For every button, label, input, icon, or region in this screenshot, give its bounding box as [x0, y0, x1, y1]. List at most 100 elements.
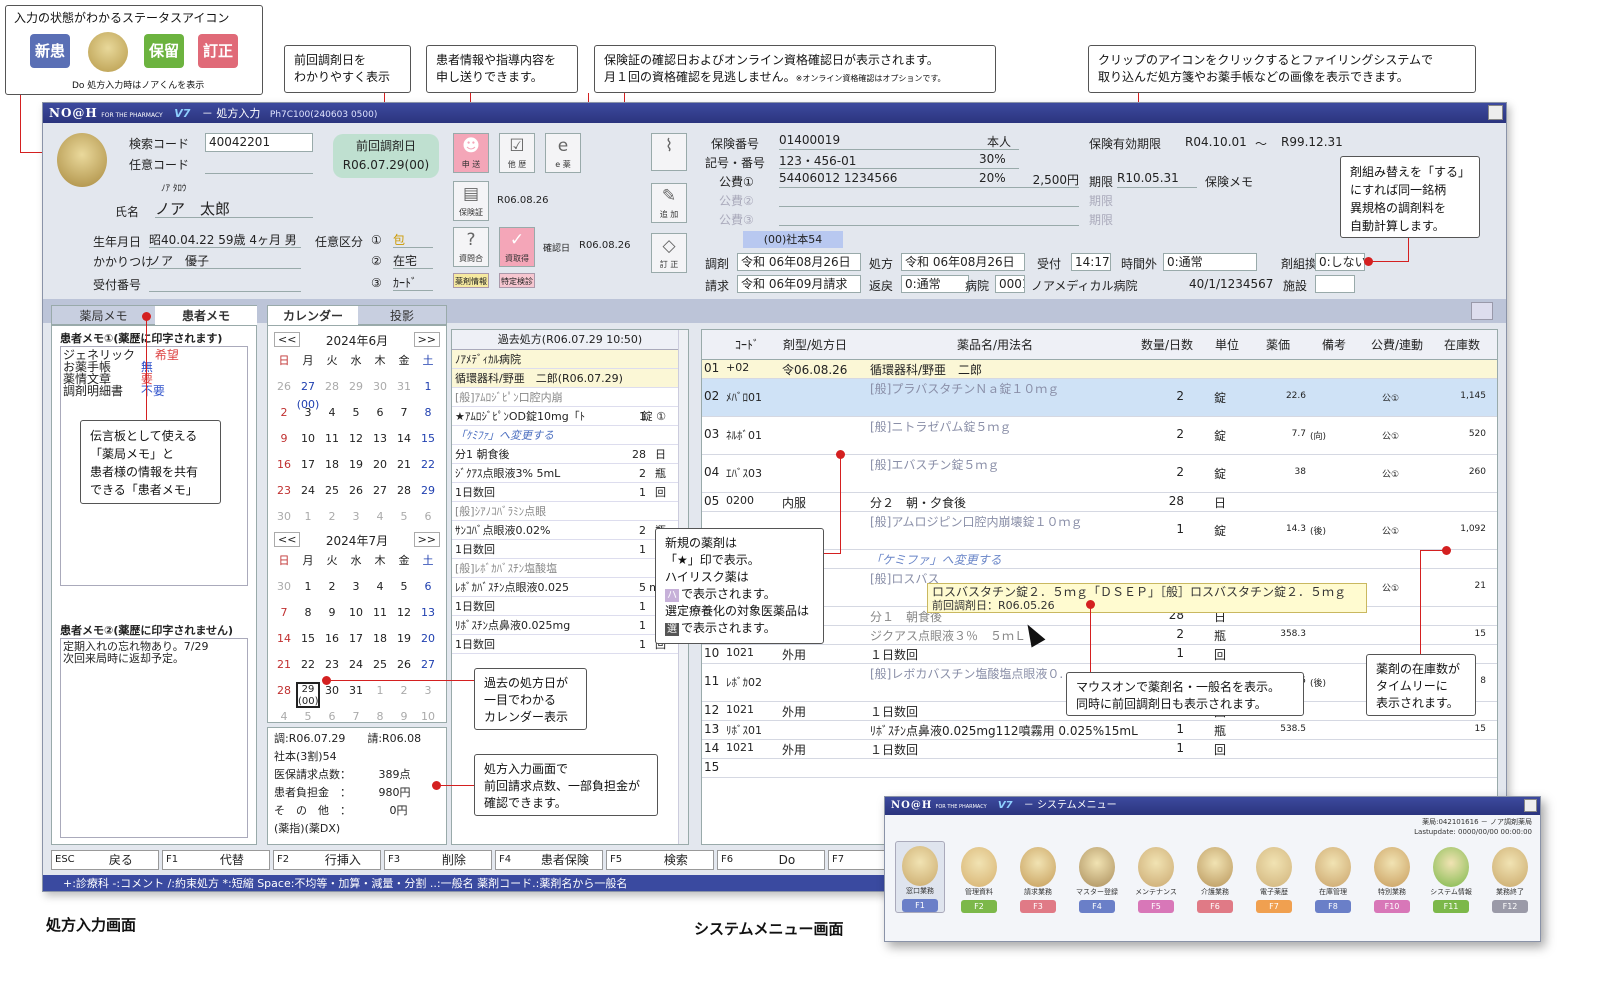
calendar-day[interactable]: 26 [392, 656, 416, 682]
fkey-f1-button[interactable]: F1 代替 [162, 850, 270, 870]
calendar-day[interactable]: 24 [296, 482, 320, 508]
calendar-day[interactable]: 23 [272, 482, 296, 508]
calendar-day[interactable]: 1 [296, 508, 320, 534]
calendar-day[interactable]: 4 [368, 508, 392, 534]
past-rx-row[interactable]: ★ｱﾑﾛｼﾞﾋﾟﾝOD錠10mg「ﾄ 1 錠 ① [452, 407, 680, 426]
calendar-day[interactable]: 6 [416, 578, 440, 604]
sysmenu-item-f11[interactable]: システム情報 F11 [1426, 847, 1476, 913]
calendar-day[interactable]: 21 [392, 456, 416, 482]
calendar-day[interactable]: 3 [344, 578, 368, 604]
past-rx-row[interactable]: [般]ｼｱﾉｺﾊﾞﾗﾐﾝ点眼 [452, 502, 680, 521]
fkey-f4-button[interactable]: F4 患者保険 [495, 850, 603, 870]
next-month-button[interactable]: >> [413, 532, 440, 547]
calendar-day[interactable]: 14 [272, 630, 296, 656]
calendar-day[interactable]: 30 [320, 682, 344, 708]
calendar-day[interactable]: 10 [344, 604, 368, 630]
calendar-day[interactable]: 21 [272, 656, 296, 682]
drug-row[interactable]: 02ﾒﾊﾞﾛ01[般]プラバスタチンＮａ錠１０ｍｇ選★メバロチン錠１０ １０ｍｇ… [702, 379, 1497, 417]
calendar-day[interactable]: 6 [416, 508, 440, 534]
window-maximize-button[interactable] [1488, 105, 1503, 120]
calendar-day[interactable]: 7 [344, 708, 368, 722]
calendar-day[interactable]: 7 [392, 404, 416, 430]
calendar-day[interactable]: 5 [392, 578, 416, 604]
past-rx-row[interactable]: 1日数回1回 [452, 597, 680, 616]
fkey-f5-button[interactable]: F5 検索 [606, 850, 714, 870]
calendar-day[interactable]: 18 [320, 456, 344, 482]
fkey-esc-button[interactable]: ESC 戻る [51, 850, 159, 870]
tab-projection[interactable]: 投影 [358, 306, 446, 326]
calendar-day[interactable]: 4 [320, 404, 344, 430]
calendar-day[interactable]: 6 [368, 404, 392, 430]
calendar-day[interactable]: 27 [368, 482, 392, 508]
calendar-day[interactable]: 20 [416, 630, 440, 656]
calendar-day[interactable]: 16 [272, 456, 296, 482]
div2-field[interactable]: 在宅 [393, 252, 433, 269]
calendar-day[interactable]: 17 [344, 630, 368, 656]
calendar-day[interactable]: 29 (00) [296, 682, 320, 708]
past-rx-row[interactable]: [般]ﾚﾎﾞｶﾊﾞｽﾁﾝ塩酸塩 [452, 559, 680, 578]
handover-button[interactable]: ☻ 申 送 [453, 133, 489, 173]
calendar-day[interactable]: 14 [392, 430, 416, 456]
calendar-day[interactable]: 10 [296, 430, 320, 456]
calendar-day[interactable]: 30 [272, 508, 296, 534]
calendar-day[interactable]: 4 [368, 578, 392, 604]
past-rx-row[interactable]: ﾉｱﾒﾃﾞｨｶﾙ病院 [452, 350, 680, 369]
insurance-card-button[interactable]: ▤ 保険証 [453, 181, 489, 221]
calendar-day[interactable]: 22 [296, 656, 320, 682]
calendar-day[interactable]: 24 [344, 656, 368, 682]
calendar-day[interactable]: 5 [392, 508, 416, 534]
calendar-day[interactable]: 25 [368, 656, 392, 682]
calendar-day[interactable]: 7 [272, 604, 296, 630]
calendar-day[interactable]: 8 [296, 604, 320, 630]
sysmenu-item-f6[interactable]: 介護業務 F6 [1190, 847, 1240, 913]
calendar-day[interactable]: 19 [344, 456, 368, 482]
past-rx-row[interactable]: 分1 朝食後 28 日 [452, 445, 680, 464]
substitution-select[interactable]: 0:しない [1315, 253, 1365, 271]
calendar-day[interactable]: 31 [344, 682, 368, 708]
calendar-day[interactable]: 8 [416, 404, 440, 430]
calendar-day[interactable]: 1 [416, 378, 440, 404]
div3-field[interactable]: ｶｰﾄﾞ [393, 274, 433, 291]
attach-icon[interactable] [1471, 302, 1493, 320]
checkup-tag[interactable]: 特定検診 [499, 273, 535, 288]
calendar-day[interactable]: 2 [320, 578, 344, 604]
rx-date-select[interactable]: 令和 06年08月26日 [901, 253, 1025, 271]
calendar-day[interactable]: 13 [416, 604, 440, 630]
calendar-day[interactable]: 17 [296, 456, 320, 482]
calendar-day[interactable]: 13 [368, 430, 392, 456]
reception-time[interactable]: 14:17 [1071, 253, 1111, 271]
calendar-day[interactable]: 3 [296, 404, 320, 430]
billing-month[interactable]: 令和 06年09月請求 [737, 275, 861, 293]
dispense-date-select[interactable]: 令和 06年08月26日 [737, 253, 861, 271]
calendar-day[interactable]: 11 [368, 604, 392, 630]
drug-row[interactable]: 13 ﾘﾎﾞｽ01 ﾘﾎﾞｽﾁﾝ点鼻液0.025mg112噴霧用 0.025%15m… [702, 721, 1497, 740]
drug-row[interactable]: 01 +02 令06.08.26 循環器科/野亜 二郎 [702, 360, 1497, 379]
drug-row[interactable]: 14 1021 外用 １日数回 1 回 [702, 740, 1497, 759]
calendar-day[interactable]: 5 [296, 708, 320, 722]
drug-row[interactable]: 04ｴﾊﾞｽ03[般]エバスチン錠５ｍｇ選★エバステル錠５ｍｇ2錠38公①260 [702, 455, 1497, 493]
calendar-day[interactable]: 3 [416, 682, 440, 708]
past-rx-row[interactable]: 1日数回1回 [452, 540, 680, 559]
drug-info-tag[interactable]: 薬剤情報 [453, 273, 489, 288]
calendar-day[interactable]: 26 [344, 482, 368, 508]
fkey-f2-button[interactable]: F2 行挿入 [273, 850, 381, 870]
hospital-code[interactable]: 0001 [995, 275, 1025, 293]
next-month-button[interactable]: >> [413, 332, 440, 347]
correct-button[interactable]: ◇ 訂 正 [651, 233, 687, 273]
calendar-day[interactable]: 2 [272, 404, 296, 430]
tab-patient-memo[interactable]: 患者メモ [155, 306, 257, 326]
sysmenu-close-button[interactable] [1524, 799, 1537, 812]
calendar-day[interactable]: 8 [368, 708, 392, 722]
online-check-button[interactable]: ✓ 資取得 [499, 227, 535, 267]
calendar-day[interactable]: 25 [320, 482, 344, 508]
calendar-day[interactable]: 4 [272, 708, 296, 722]
facility-field[interactable] [1315, 275, 1355, 293]
sysmenu-item-f3[interactable]: 請求業務 F3 [1013, 847, 1063, 913]
fkey-f3-button[interactable]: F3 削除 [384, 850, 492, 870]
drug-row[interactable]: 03ﾈﾙﾎﾞ01[般]ニトラゼパム錠５ｍｇ選ハ★ネルボン錠５ｍｇ2錠7.7(向)… [702, 417, 1497, 455]
calendar-day[interactable]: 12 [344, 430, 368, 456]
calendar-day[interactable]: 30 [368, 378, 392, 404]
calendar-day[interactable]: 28 [272, 682, 296, 708]
sysmenu-item-f7[interactable]: 電子薬歴 F7 [1249, 847, 1299, 913]
return-select[interactable]: 0:通常 [901, 275, 969, 293]
